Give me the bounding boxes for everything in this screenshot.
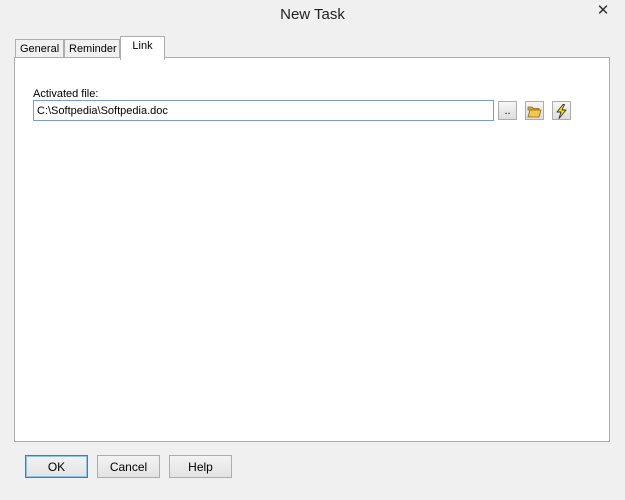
ok-button[interactable]: OK <box>25 455 88 478</box>
run-file-button[interactable] <box>552 101 571 120</box>
tab-general[interactable]: General <box>15 39 64 59</box>
cancel-button[interactable]: Cancel <box>97 455 160 478</box>
help-button[interactable]: Help <box>169 455 232 478</box>
tab-reminder[interactable]: Reminder <box>64 39 120 59</box>
new-task-dialog: New Task ✕ General Reminder Link Activat… <box>0 0 625 500</box>
browse-button[interactable]: .. <box>498 101 517 120</box>
window-title: New Task <box>280 6 345 23</box>
activated-file-label: Activated file: <box>33 88 99 100</box>
close-icon[interactable]: ✕ <box>585 0 621 22</box>
dialog-content: General Reminder Link Activated file: .. <box>0 30 625 500</box>
folder-open-icon <box>526 105 543 118</box>
open-folder-button[interactable] <box>525 101 544 120</box>
activated-file-input[interactable] <box>33 100 494 121</box>
title-bar: New Task ✕ <box>0 0 625 30</box>
link-tab-panel: Activated file: .. <box>14 57 610 442</box>
lightning-icon <box>553 103 570 119</box>
tab-link[interactable]: Link <box>120 36 165 60</box>
